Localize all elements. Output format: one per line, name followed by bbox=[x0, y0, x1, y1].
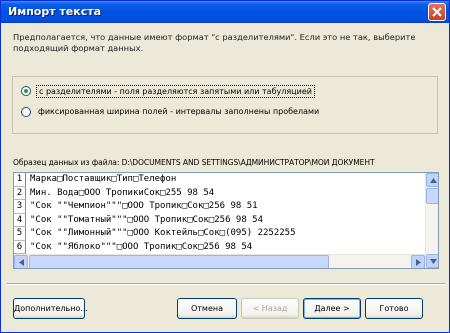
scroll-down-button[interactable] bbox=[426, 254, 438, 268]
fixed-width-label[interactable]: фиксированная ширина полей - интервалы з… bbox=[36, 106, 321, 117]
cancel-button[interactable]: Отмена bbox=[177, 298, 237, 319]
import-text-dialog: Импорт текста Предполагается, что данные… bbox=[0, 0, 450, 333]
horizontal-scroll-thumb[interactable] bbox=[29, 255, 329, 268]
row-number: 4 bbox=[14, 213, 26, 227]
preview-row: 4 "Сок ""Томатный"""□ООО Тропик□Сок□256 … bbox=[14, 213, 425, 227]
row-text: "Сок ""Яблоко"""□ООО Тропик□Сок□256 98 5… bbox=[30, 241, 253, 252]
row-text: "Сок ""Лимонный"""□ООО Коктейль□Сок□(095… bbox=[30, 228, 296, 238]
description-text: Предполагается, что данные имеют формат … bbox=[13, 32, 416, 53]
preview-row: 3 "Сок ""Чемпион"""□ООО Тропик□Сок□256 9… bbox=[14, 200, 425, 214]
button-separator bbox=[7, 283, 445, 285]
title-bar[interactable]: Импорт текста bbox=[1, 1, 449, 23]
delimited-label[interactable]: с разделителями - поля разделяются запят… bbox=[36, 85, 315, 98]
row-text: "Сок ""Чемпион"""□ООО Тропик□Сок□256 98 … bbox=[30, 201, 258, 211]
window-title: Импорт текста bbox=[8, 5, 102, 18]
scroll-up-button[interactable] bbox=[426, 173, 438, 187]
row-number: 5 bbox=[14, 227, 26, 241]
vertical-scrollbar[interactable] bbox=[425, 173, 438, 268]
delimited-radio[interactable] bbox=[21, 86, 31, 96]
row-number: 6 bbox=[14, 240, 26, 254]
advanced-button[interactable]: Дополнительно... bbox=[13, 298, 88, 319]
preview-rows: 1 Марка□Поставщик□Тип□Телефон 2 Мин. Вод… bbox=[14, 173, 425, 254]
next-button[interactable]: Далее > bbox=[303, 298, 361, 319]
row-text: "Сок ""Томатный"""□ООО Тропик□Сок□256 98… bbox=[30, 214, 263, 225]
back-button[interactable]: < Назад bbox=[241, 298, 299, 319]
format-options-group: с разделителями - поля разделяются запят… bbox=[12, 76, 438, 134]
sample-data-preview[interactable]: 1 Марка□Поставщик□Тип□Телефон 2 Мин. Вод… bbox=[13, 172, 439, 269]
radio-selected-dot bbox=[24, 89, 28, 93]
row-number: 2 bbox=[14, 186, 26, 200]
finish-button[interactable]: Готово bbox=[365, 298, 423, 319]
preview-row: 5 "Сок ""Лимонный"""□ООО Коктейль□Сок□(0… bbox=[14, 227, 425, 241]
scroll-right-button[interactable] bbox=[411, 255, 425, 268]
close-button[interactable] bbox=[428, 3, 446, 21]
preview-row: 6 "Сок ""Яблоко"""□ООО Тропик□Сок□256 98… bbox=[14, 240, 425, 254]
fixed-width-radio[interactable] bbox=[21, 107, 31, 117]
row-text: Марка□Поставщик□Тип□Телефон bbox=[30, 174, 177, 184]
row-number: 3 bbox=[14, 200, 26, 214]
horizontal-scrollbar[interactable] bbox=[14, 254, 425, 268]
row-number: 1 bbox=[14, 173, 26, 187]
preview-row: 1 Марка□Поставщик□Тип□Телефон bbox=[14, 173, 425, 187]
vertical-scroll-thumb[interactable] bbox=[426, 188, 438, 204]
row-text: Мин. Вода□ООО ТропикиСок□255 98 54 bbox=[30, 187, 215, 198]
scroll-left-button[interactable] bbox=[14, 255, 28, 268]
sample-data-label: Образец данных из файла: D:\DOCUMENTS AN… bbox=[13, 158, 375, 167]
preview-row: 2 Мин. Вода□ООО ТропикиСок□255 98 54 bbox=[14, 186, 425, 200]
